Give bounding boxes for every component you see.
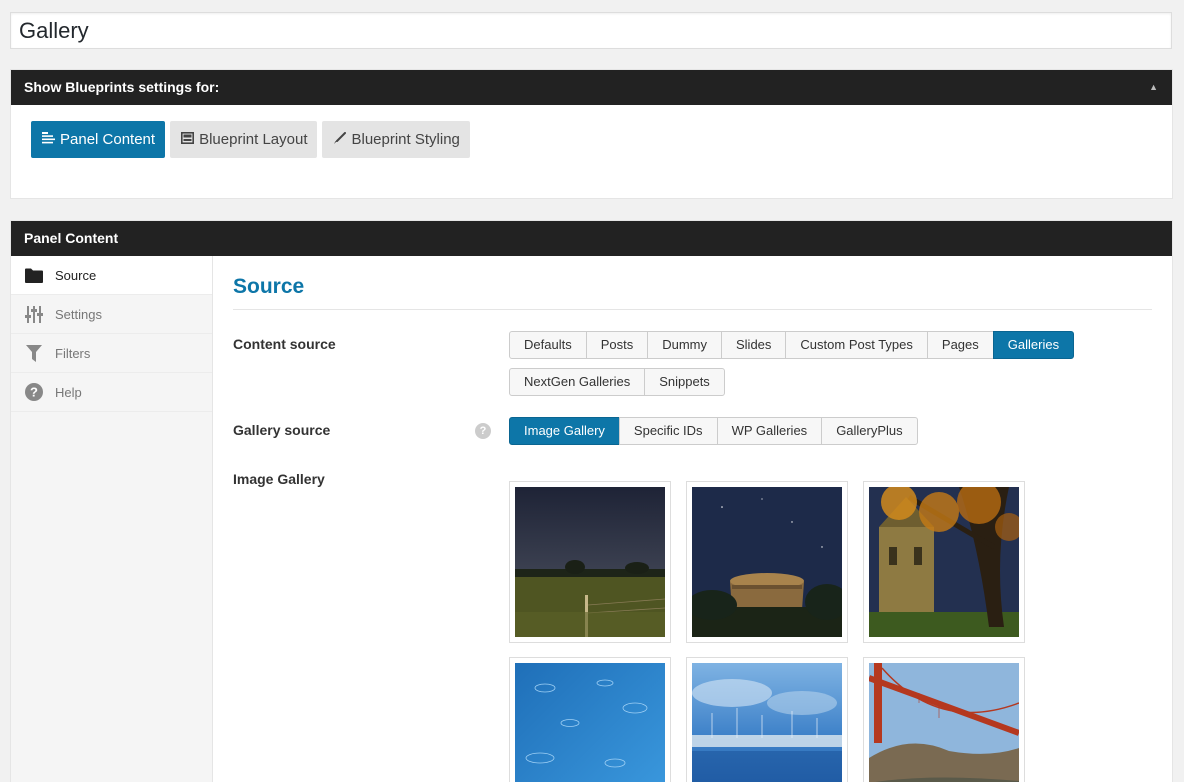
- gallery-thumb-golden-gate[interactable]: [863, 657, 1025, 782]
- night-field-image: [515, 487, 666, 637]
- blueprint-layout-button[interactable]: Blueprint Layout: [170, 121, 318, 158]
- panel-content-header: Panel Content: [11, 221, 1172, 256]
- align-left-icon: [41, 132, 55, 147]
- panel-content-button[interactable]: Panel Content: [31, 121, 166, 158]
- content-source-option[interactable]: Defaults: [509, 331, 587, 359]
- sidebar-item-filters[interactable]: Filters: [11, 334, 212, 373]
- content-source-option-selected[interactable]: Galleries: [992, 331, 1075, 359]
- brush-icon: [332, 131, 346, 148]
- svg-text:?: ?: [30, 385, 38, 400]
- sidebar-item-label: Help: [55, 384, 82, 400]
- content-source-option[interactable]: Posts: [585, 331, 649, 359]
- blueprint-layout-button-label: Blueprint Layout: [199, 131, 308, 148]
- blueprint-settings-title: Show Blueprints settings for:: [24, 79, 220, 95]
- blueprint-styling-button-label: Blueprint Styling: [351, 131, 460, 148]
- blueprint-styling-button[interactable]: Blueprint Styling: [322, 121, 470, 158]
- content-source-option[interactable]: Snippets: [644, 368, 725, 396]
- golden-gate-bridge-image: [867, 663, 1021, 782]
- gallery-thumb-harbor[interactable]: [686, 657, 848, 782]
- gallery-thumb-night-tower[interactable]: [686, 481, 849, 643]
- image-gallery-label: Image Gallery: [233, 471, 325, 487]
- filter-icon: [25, 344, 43, 362]
- blueprint-settings-header[interactable]: Show Blueprints settings for: ▲: [11, 70, 1172, 105]
- night-tower-image: [687, 487, 849, 637]
- gallery-source-option-selected[interactable]: Image Gallery: [509, 417, 620, 445]
- sidebar-item-settings[interactable]: Settings: [11, 295, 212, 334]
- panel-content-panel: Panel Content Source Settings Filters ? …: [10, 220, 1173, 782]
- sidebar-item-label: Settings: [55, 306, 102, 322]
- autumn-castle-image: [869, 480, 1023, 637]
- section-title: Source: [233, 275, 1152, 310]
- collapse-caret-icon[interactable]: ▲: [1149, 70, 1158, 105]
- gallery-thumb-rain-water[interactable]: [509, 657, 671, 782]
- blueprint-settings-panel: Show Blueprints settings for: ▲ Panel Co…: [10, 69, 1173, 199]
- rain-water-image: [515, 663, 665, 782]
- help-icon: ?: [25, 383, 43, 401]
- content-source-option[interactable]: Custom Post Types: [785, 331, 928, 359]
- gallery-source-label: Gallery source: [233, 422, 331, 438]
- gallery-source-option[interactable]: WP Galleries: [716, 417, 823, 445]
- source-section: Source Content source Defaults Posts Dum…: [233, 256, 1152, 782]
- gallery-thumb-night-field[interactable]: [509, 481, 671, 643]
- content-source-label: Content source: [233, 336, 336, 352]
- sidebar-item-label: Source: [55, 267, 97, 283]
- sidebar-item-help[interactable]: ? Help: [11, 373, 212, 412]
- content-source-row-2: NextGen Galleries Snippets: [509, 368, 725, 396]
- gallery-thumb-autumn-castle[interactable]: [863, 480, 1025, 643]
- content-source-option[interactable]: NextGen Galleries: [509, 368, 646, 396]
- sidebar-item-source[interactable]: Source: [11, 256, 212, 295]
- layout-icon: [180, 132, 194, 147]
- gallery-source-option[interactable]: GalleryPlus: [821, 417, 918, 445]
- folder-icon: [25, 266, 43, 284]
- gallery-source-help-icon[interactable]: ?: [475, 423, 491, 439]
- content-source-row-1: Defaults Posts Dummy Slides Custom Post …: [509, 331, 1075, 359]
- title-input[interactable]: Gallery: [10, 12, 1172, 49]
- content-source-option[interactable]: Dummy: [647, 331, 722, 359]
- content-sidebar: Source Settings Filters ? Help: [11, 256, 213, 782]
- blueprint-tab-buttons: Panel Content Blueprint Layout Blueprint…: [31, 121, 470, 158]
- panel-content-title: Panel Content: [24, 230, 119, 246]
- content-source-option[interactable]: Pages: [926, 331, 994, 359]
- sidebar-item-label: Filters: [55, 345, 91, 361]
- harbor-boats-image: [692, 663, 842, 782]
- panel-content-button-label: Panel Content: [60, 131, 156, 148]
- gallery-source-option[interactable]: Specific IDs: [618, 417, 718, 445]
- content-source-option[interactable]: Slides: [721, 331, 787, 359]
- sliders-icon: [25, 305, 43, 323]
- gallery-source-options: Image Gallery Specific IDs WP Galleries …: [509, 417, 918, 445]
